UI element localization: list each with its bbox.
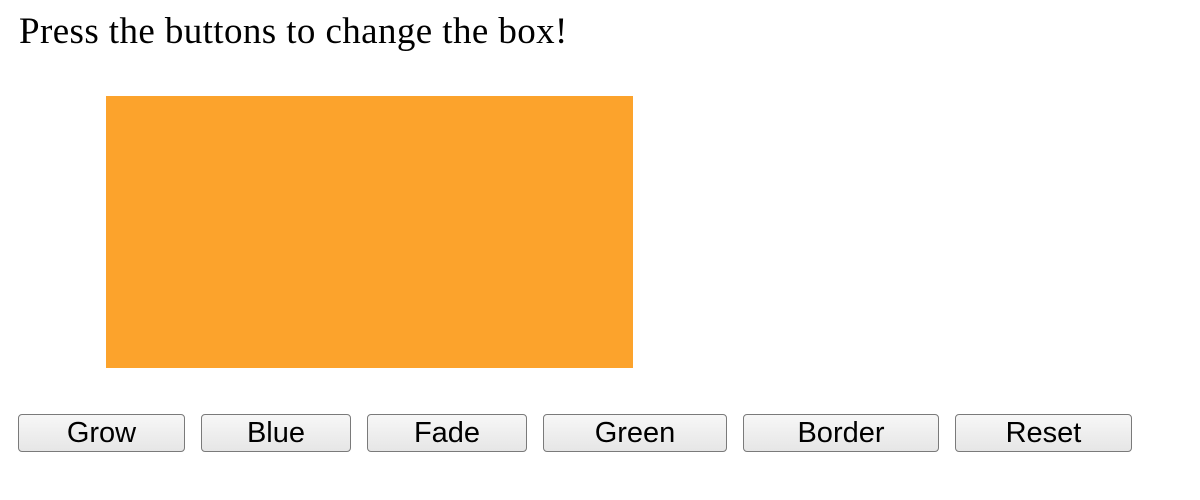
instruction-text: Press the buttons to change the box!	[19, 11, 568, 52]
blue-button[interactable]: Blue	[201, 414, 351, 452]
color-box	[106, 96, 633, 368]
green-button[interactable]: Green	[543, 414, 727, 452]
reset-button[interactable]: Reset	[955, 414, 1132, 452]
grow-button[interactable]: Grow	[18, 414, 185, 452]
button-row: Grow Blue Fade Green Border Reset	[0, 414, 1200, 454]
fade-button[interactable]: Fade	[367, 414, 527, 452]
border-button[interactable]: Border	[743, 414, 939, 452]
